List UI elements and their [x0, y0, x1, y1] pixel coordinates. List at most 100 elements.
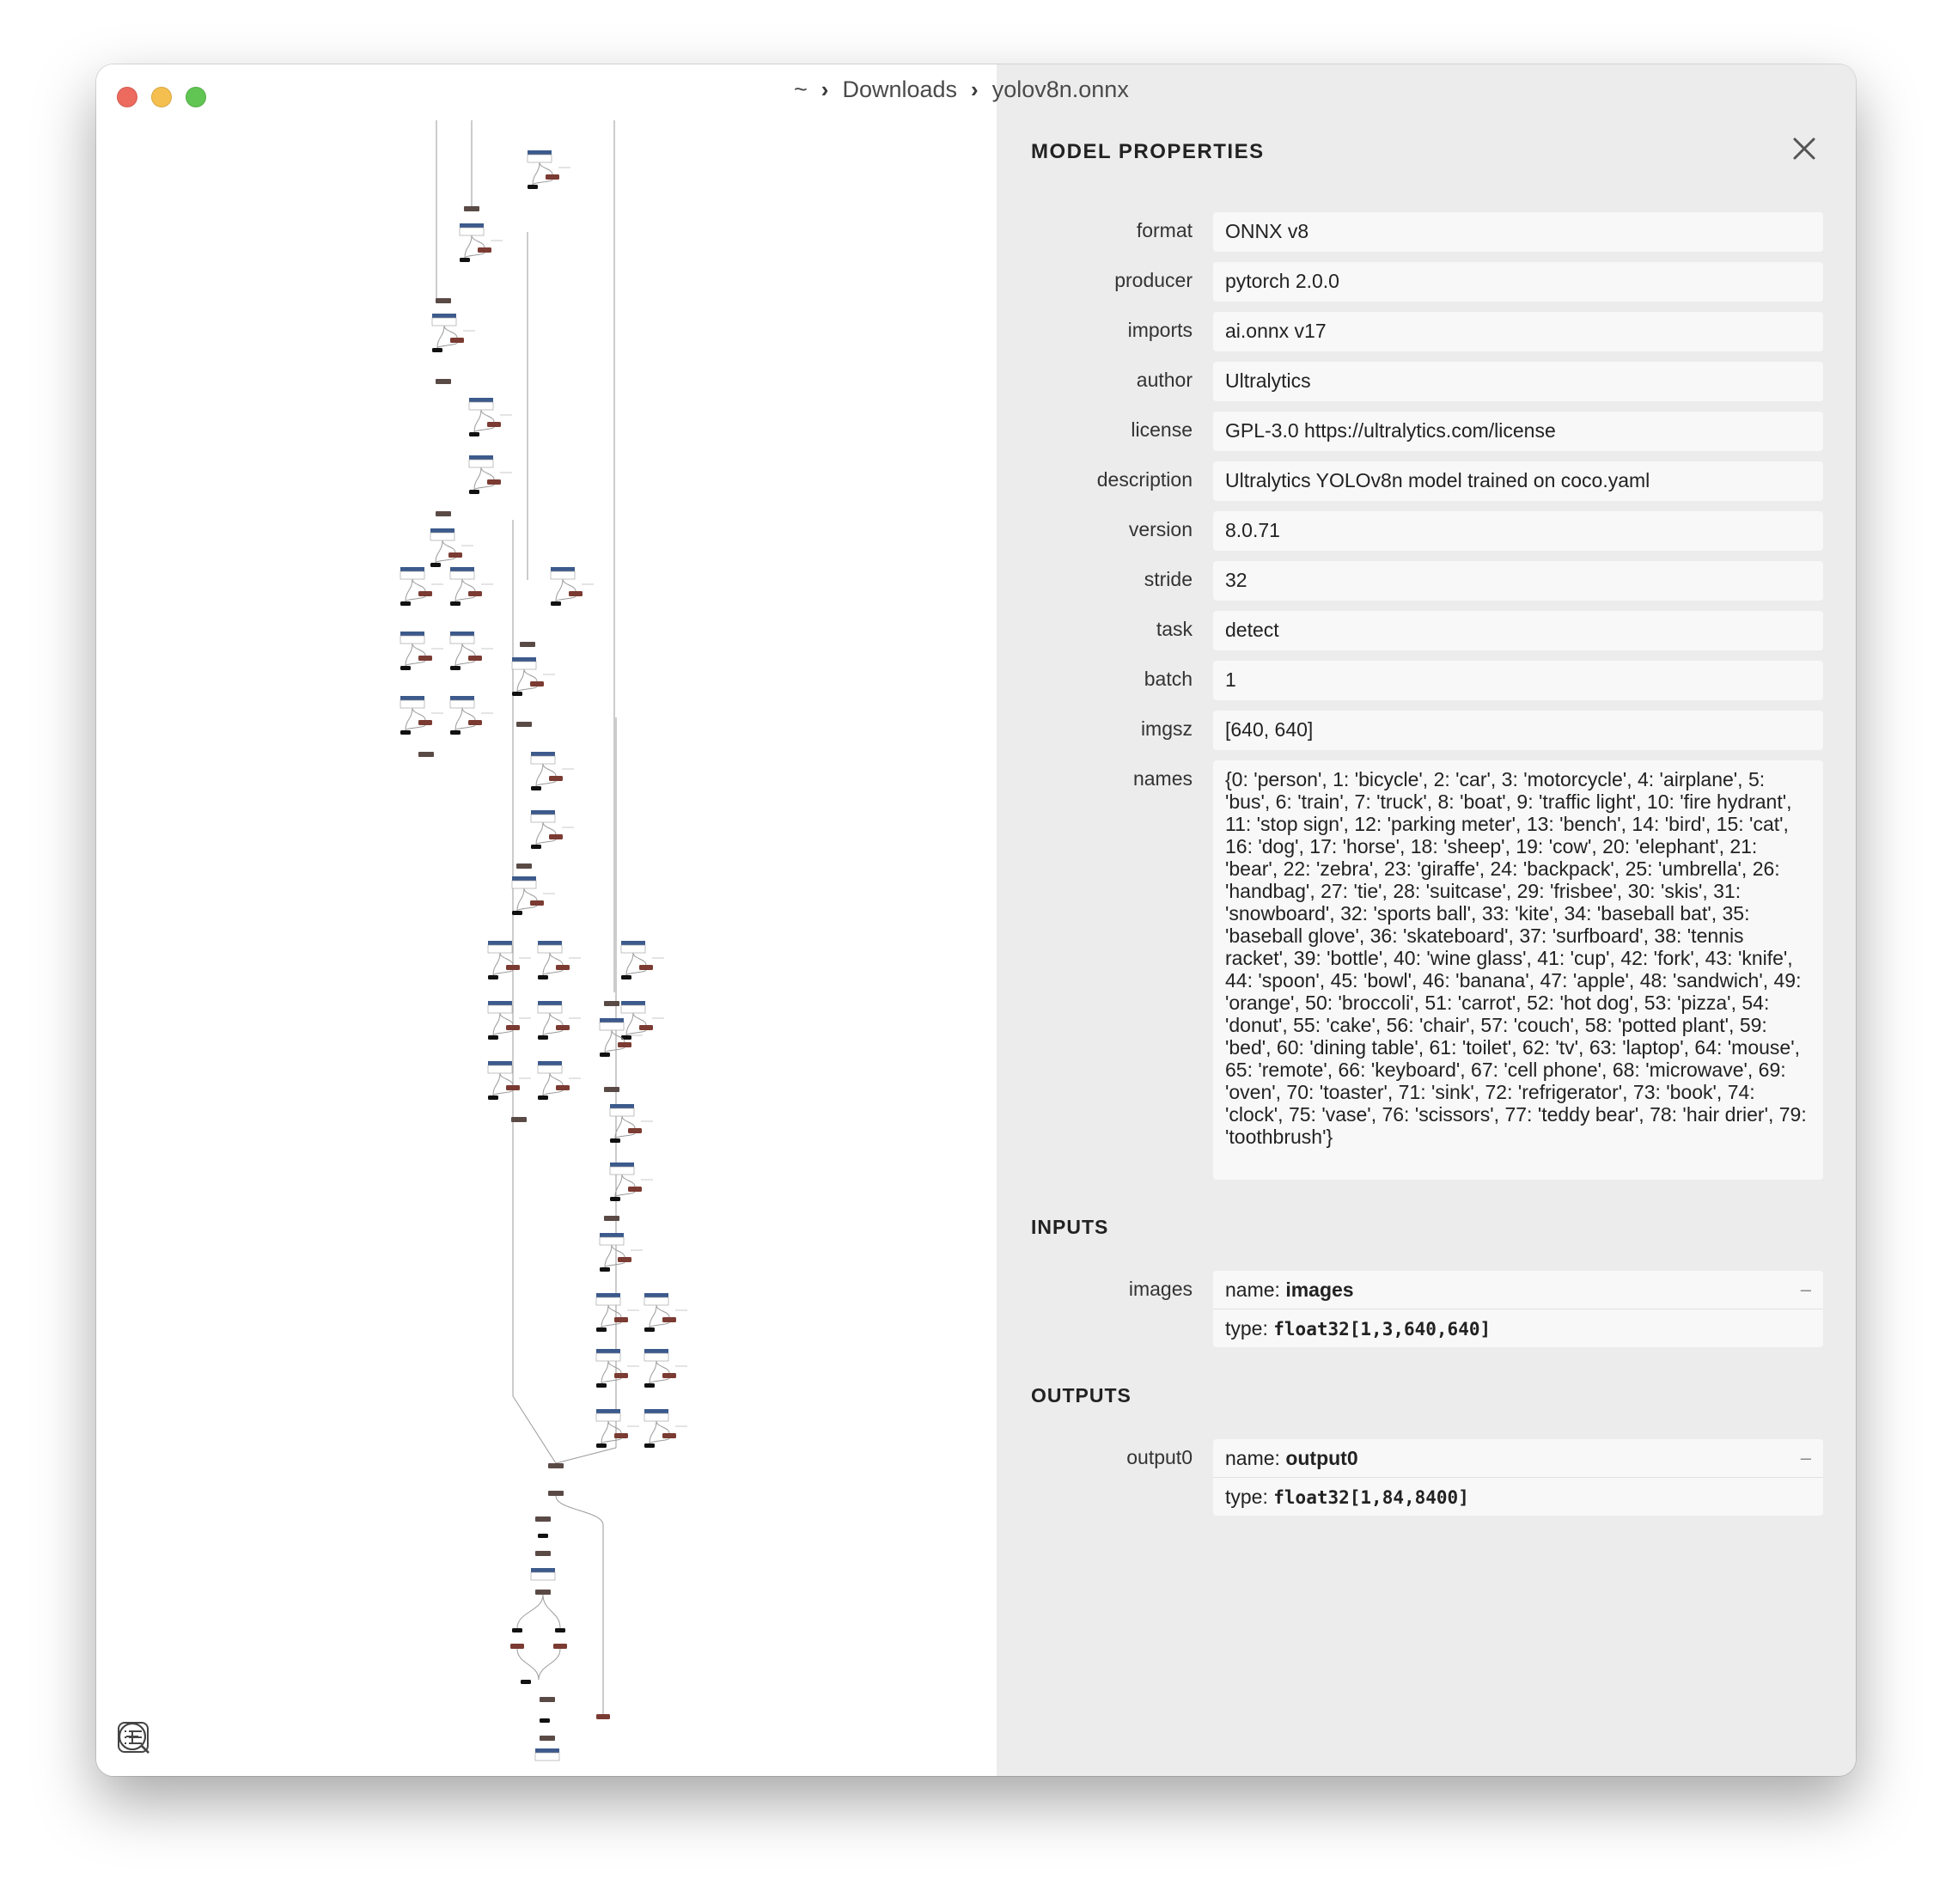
sigmoid-node [596, 1383, 607, 1388]
sigmoid-node [644, 1383, 655, 1388]
breadcrumb-home[interactable]: ~ [794, 76, 808, 103]
graph-edge [412, 643, 426, 656]
mul-node [530, 900, 544, 906]
sigmoid-node [400, 601, 411, 606]
graph-edge [621, 1115, 636, 1129]
output-details[interactable]: name: output0 – type: float32[1,84,8400] [1213, 1439, 1823, 1516]
graph-edge [535, 780, 557, 787]
input-details[interactable]: name: images – type: float32[1,3,640,640… [1213, 1271, 1823, 1347]
sigmoid-node [596, 1443, 607, 1448]
graph-edge [621, 1174, 636, 1187]
graph-edge [480, 467, 495, 480]
graph-edge [516, 905, 538, 912]
graph-edge [464, 252, 485, 259]
graph-edge [607, 1420, 622, 1434]
graph-edge [625, 1012, 634, 1036]
collapse-toggle[interactable]: – [1801, 1439, 1811, 1477]
property-value[interactable]: 32 [1213, 561, 1823, 601]
graph-edge [604, 1029, 613, 1053]
sigmoid-node [538, 1095, 548, 1100]
mul-node [614, 1317, 628, 1322]
sigmoid-node [430, 563, 441, 567]
window-minimize-button[interactable] [151, 87, 172, 107]
sigmoid-node [488, 975, 498, 979]
sigmoid-node [512, 1628, 522, 1632]
conv-node [621, 1001, 645, 1005]
graph-edge [405, 660, 426, 667]
graph-edge [549, 952, 564, 966]
close-icon [1793, 137, 1815, 160]
collapse-toggle[interactable]: – [1801, 1271, 1811, 1309]
model-graph[interactable] [96, 64, 997, 1776]
graph-edge [473, 426, 495, 433]
window-close-button[interactable] [117, 87, 137, 107]
property-value[interactable]: [640, 640] [1213, 711, 1823, 750]
graph-edge [562, 578, 576, 592]
graph-edge [516, 888, 525, 912]
mul-node [546, 174, 559, 180]
property-label: names [1132, 767, 1193, 790]
breadcrumb-file[interactable]: yolov8n.onnx [992, 76, 1129, 103]
mul-node [639, 965, 653, 970]
graph-edge [601, 1321, 622, 1328]
sigmoid-node [555, 1628, 565, 1632]
property-value[interactable]: 8.0.71 [1213, 511, 1823, 551]
conv-node [600, 1018, 624, 1022]
property-value[interactable]: GPL-3.0 https://ultralytics.com/license [1213, 412, 1823, 451]
mul-node [662, 1433, 676, 1438]
mul-node [478, 247, 491, 253]
concat-node [535, 1590, 551, 1595]
zoom-out-button[interactable] [119, 1721, 241, 1755]
mul-node [569, 591, 583, 596]
property-value[interactable]: pytorch 2.0.0 [1213, 262, 1823, 302]
graph-edge [604, 1047, 625, 1053]
breadcrumb-downloads[interactable]: Downloads [842, 76, 957, 103]
mul-node [450, 338, 464, 343]
close-button[interactable] [1790, 135, 1818, 167]
conv-node [535, 1748, 559, 1753]
sigmoid-node [450, 666, 461, 670]
property-value[interactable]: {0: 'person', 1: 'bicycle', 2: 'car', 3:… [1213, 760, 1823, 1180]
graph-edge [516, 668, 525, 693]
conv-node [596, 1409, 620, 1413]
property-value[interactable]: detect [1213, 611, 1823, 650]
graph-edge [555, 1447, 617, 1464]
concat-node [540, 1697, 555, 1702]
conv-node-body [595, 1297, 621, 1306]
concat-node [436, 298, 451, 303]
name-prefix: name: [1225, 1447, 1286, 1469]
property-value[interactable]: ONNX v8 [1213, 212, 1823, 252]
sigmoid-node [538, 1534, 548, 1538]
graph-edge [542, 1072, 551, 1096]
window-zoom-button[interactable] [186, 87, 206, 107]
graph-edge [436, 342, 458, 349]
graph-edge [435, 540, 443, 564]
graph-toolbar [117, 1721, 241, 1755]
concat-node [418, 752, 434, 757]
graph-edge [601, 1437, 622, 1444]
concat-node [604, 1216, 619, 1221]
graph-canvas[interactable] [96, 64, 997, 1776]
property-label: author [1136, 369, 1193, 391]
property-value[interactable]: Ultralytics [1213, 362, 1823, 401]
conv-node [538, 1061, 562, 1065]
input-label: images [1128, 1278, 1193, 1300]
graph-edge [604, 1261, 625, 1268]
graph-edge [473, 484, 495, 491]
conv-node-body [449, 699, 475, 709]
property-value[interactable]: ai.onnx v17 [1213, 312, 1823, 351]
property-value[interactable]: Ultralytics YOLOv8n model trained on coc… [1213, 461, 1823, 501]
conv-node [531, 810, 555, 815]
conv-node-body [511, 880, 537, 889]
conv-node-body [449, 571, 475, 580]
conv-node [596, 1293, 620, 1297]
property-value[interactable]: 1 [1213, 661, 1823, 700]
graph-edge [516, 1648, 540, 1681]
zoom-in-button[interactable] [119, 1721, 196, 1755]
graph-edge [454, 643, 463, 667]
conv-node [400, 567, 424, 571]
graph-edge [555, 1495, 604, 1526]
output-type: float32[1,84,8400] [1273, 1487, 1469, 1508]
property-label: format [1136, 219, 1193, 241]
graph-edge [649, 1377, 670, 1384]
